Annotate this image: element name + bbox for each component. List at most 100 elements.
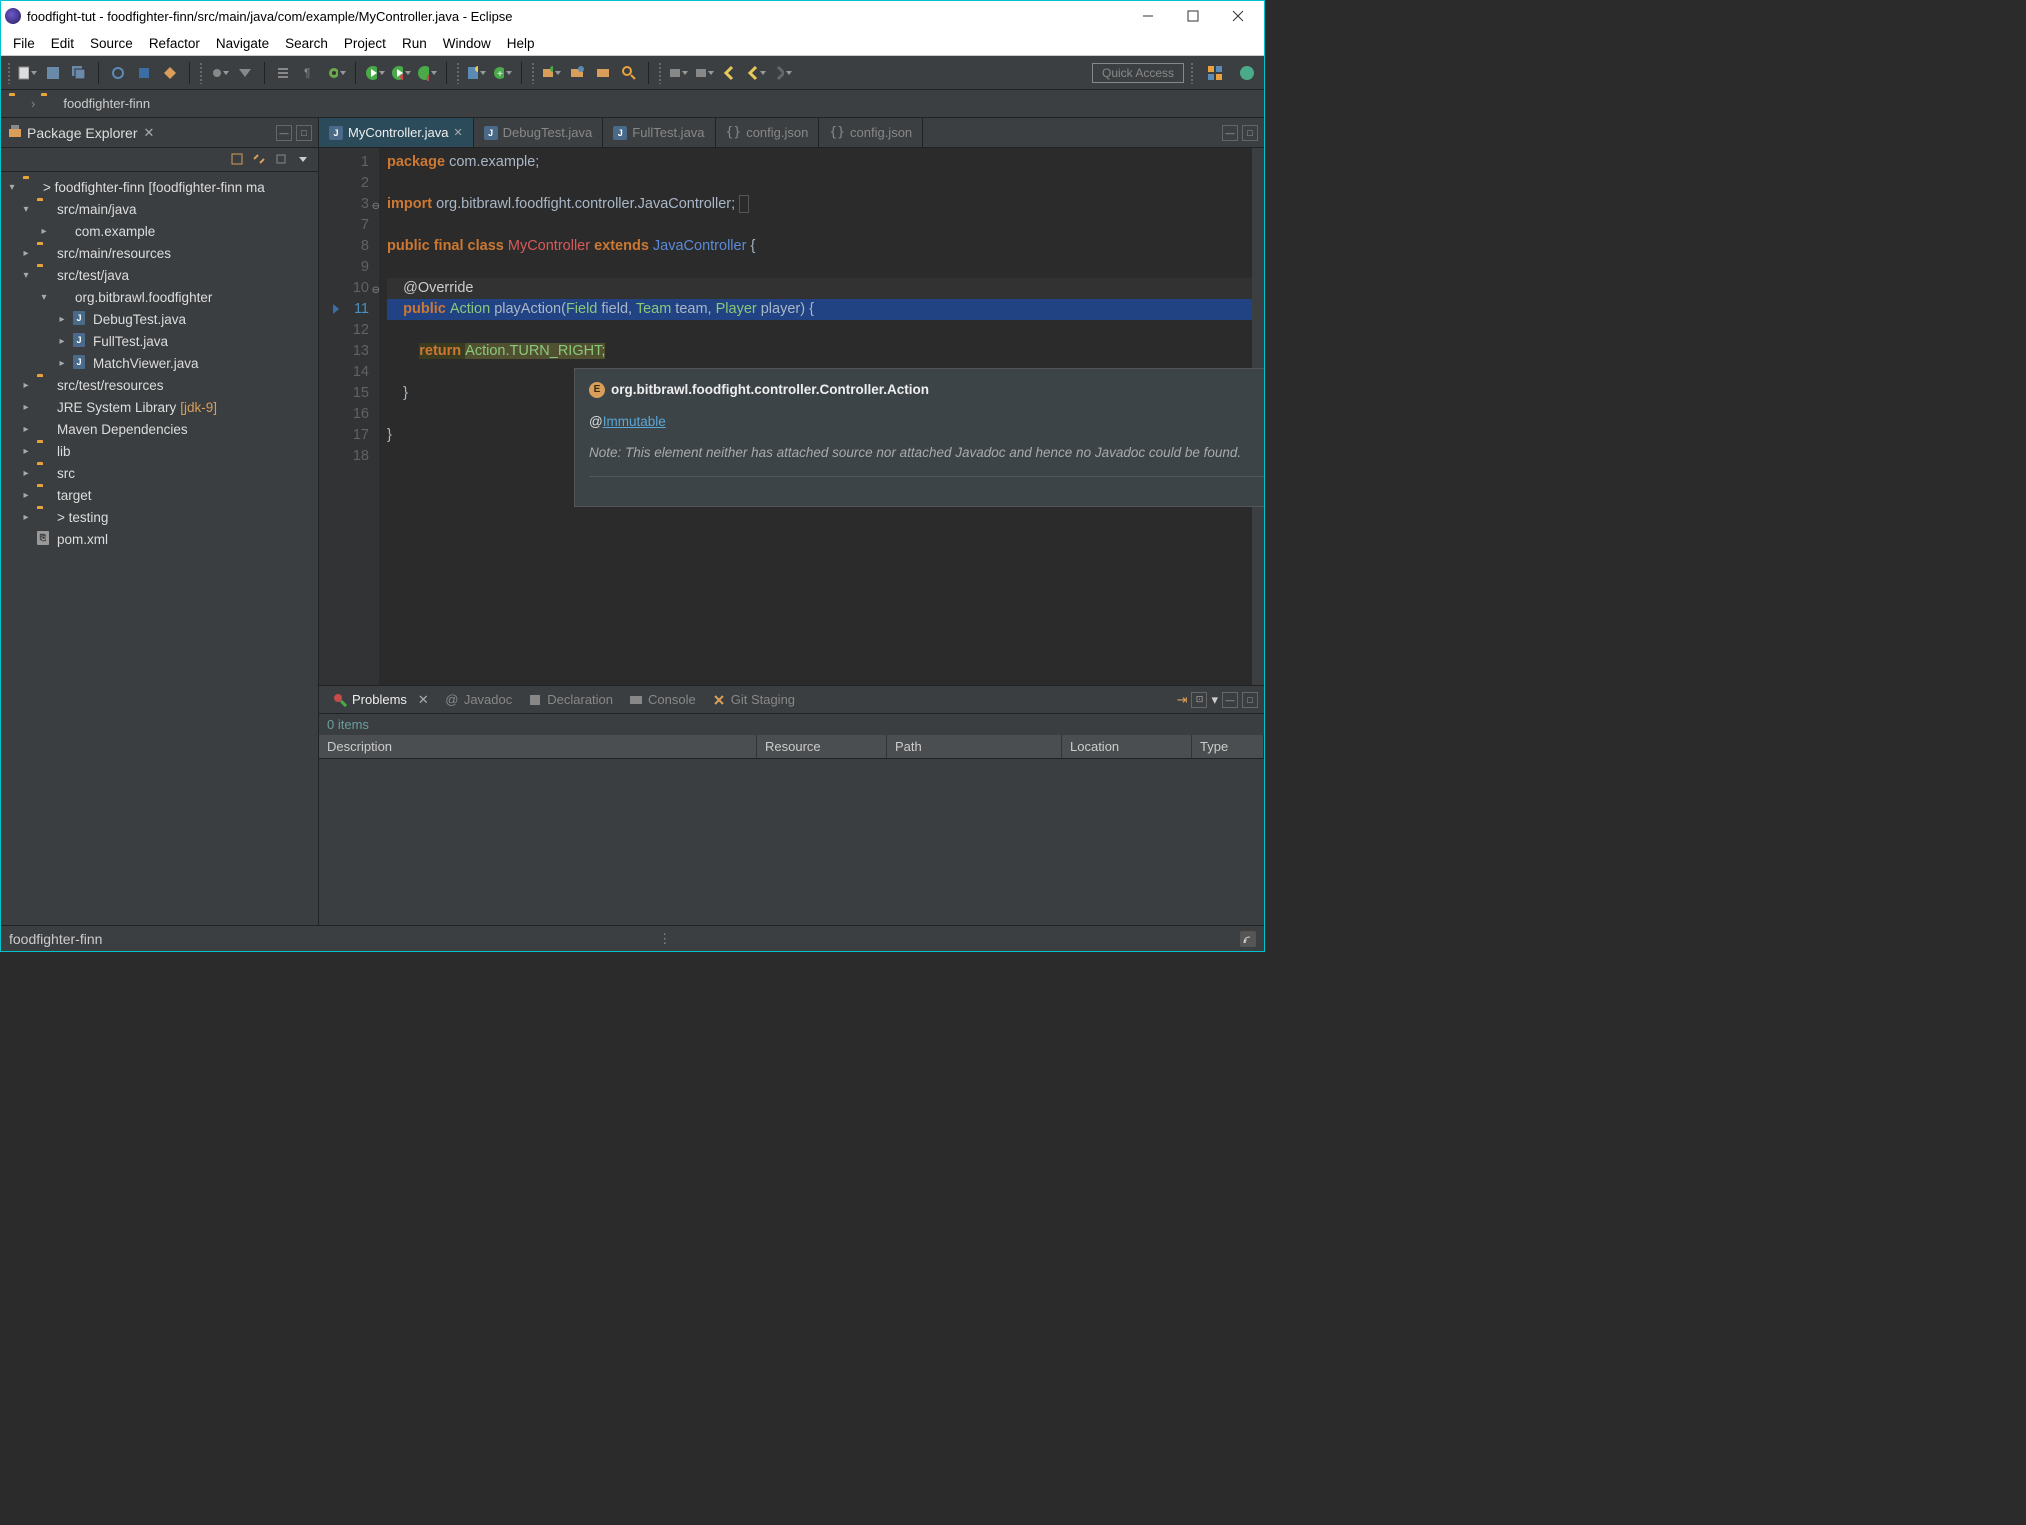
tab-javadoc[interactable]: @Javadoc <box>437 686 520 713</box>
back-button[interactable] <box>720 63 740 83</box>
new-java-button[interactable] <box>466 63 486 83</box>
menu-edit[interactable]: Edit <box>43 33 82 54</box>
maximize-view-button[interactable]: □ <box>1242 692 1258 708</box>
code-content[interactable]: package com.example; import org.bitbrawl… <box>379 148 1252 685</box>
run-button[interactable] <box>365 63 385 83</box>
toolbar-icon-4[interactable] <box>209 63 229 83</box>
tree-lib[interactable]: ▸lib <box>1 440 318 462</box>
external-tools-button[interactable] <box>417 63 437 83</box>
new-button[interactable] <box>17 63 37 83</box>
rss-icon[interactable] <box>1240 931 1256 947</box>
home-icon[interactable] <box>9 96 25 112</box>
filter-icon[interactable]: ⇥ <box>1177 692 1188 708</box>
minimize-editor-button[interactable]: — <box>1222 125 1238 141</box>
close-view-icon[interactable]: ✕ <box>144 125 155 141</box>
tree-debugtest[interactable]: ▸DebugTest.java <box>1 308 318 330</box>
tree-target[interactable]: ▸target <box>1 484 318 506</box>
java-perspective-button[interactable] <box>1204 62 1226 84</box>
maximize-editor-button[interactable]: □ <box>1242 125 1258 141</box>
focus-icon[interactable] <box>274 152 290 168</box>
search-button[interactable] <box>619 63 639 83</box>
tree-maven[interactable]: ▸Maven Dependencies <box>1 418 318 440</box>
toolbar-icon-1[interactable] <box>108 63 128 83</box>
tab-config-1[interactable]: {}config.json <box>716 118 820 147</box>
minimize-view-button[interactable]: — <box>1222 692 1238 708</box>
toolbar-annotation-nav-2[interactable] <box>694 63 714 83</box>
close-button[interactable] <box>1215 1 1260 31</box>
menu-file[interactable]: File <box>5 33 43 54</box>
tab-fulltest[interactable]: JFullTest.java <box>603 118 715 147</box>
tree-matchviewer[interactable]: ▸MatchViewer.java <box>1 352 318 374</box>
tree-com-example[interactable]: ▸com.example <box>1 220 318 242</box>
focus-view-button[interactable]: ⊡ <box>1191 692 1207 708</box>
tree-src-test-java[interactable]: ▾src/test/java <box>1 264 318 286</box>
maximize-view-button[interactable]: □ <box>296 125 312 141</box>
tree-src-test-resources[interactable]: ▸src/test/resources <box>1 374 318 396</box>
save-button[interactable] <box>43 63 63 83</box>
view-menu-icon[interactable] <box>296 152 312 168</box>
collapse-all-icon[interactable] <box>230 152 246 168</box>
tab-console[interactable]: Console <box>621 686 704 713</box>
maximize-button[interactable] <box>1170 1 1215 31</box>
col-location[interactable]: Location <box>1062 735 1192 758</box>
link-editor-icon[interactable] <box>252 152 268 168</box>
tab-mycontroller[interactable]: JMyController.java✕ <box>319 118 474 147</box>
close-tab-icon[interactable]: ✕ <box>453 126 462 139</box>
tab-debugtest[interactable]: JDebugTest.java <box>474 118 604 147</box>
tab-declaration[interactable]: Declaration <box>520 686 621 713</box>
menu-help[interactable]: Help <box>499 33 543 54</box>
minimize-view-button[interactable]: — <box>276 125 292 141</box>
toolbar-grip[interactable] <box>199 62 203 84</box>
menu-run[interactable]: Run <box>394 33 435 54</box>
breadcrumb-project[interactable]: foodfighter-finn <box>63 96 150 111</box>
toolbar-grip[interactable] <box>531 62 535 84</box>
tree-project-root[interactable]: ▾> foodfighter-finn [foodfighter-finn ma <box>1 176 318 198</box>
toolbar-folder-icon[interactable] <box>593 63 613 83</box>
coverage-button[interactable] <box>391 63 411 83</box>
col-description[interactable]: Description <box>319 735 757 758</box>
quick-access-input[interactable]: Quick Access <box>1092 63 1184 83</box>
tree-org-bitbrawl[interactable]: ▾org.bitbrawl.foodfighter <box>1 286 318 308</box>
tree-jre[interactable]: ▸JRE System Library[jdk-9] <box>1 396 318 418</box>
menu-refactor[interactable]: Refactor <box>141 33 208 54</box>
tab-git-staging[interactable]: Git Staging <box>704 686 803 713</box>
package-tree[interactable]: ▾> foodfighter-finn [foodfighter-finn ma… <box>1 172 318 925</box>
menu-navigate[interactable]: Navigate <box>208 33 277 54</box>
toolbar-grip[interactable] <box>7 62 11 84</box>
debug-perspective-button[interactable] <box>1236 62 1258 84</box>
open-task-button[interactable] <box>567 63 587 83</box>
tree-src-main-resources[interactable]: ▸src/main/resources <box>1 242 318 264</box>
tab-problems[interactable]: Problems✕ <box>325 686 437 713</box>
col-path[interactable]: Path <box>887 735 1062 758</box>
line-number-gutter[interactable]: 123789101112131415161718 <box>331 148 379 685</box>
col-resource[interactable]: Resource <box>757 735 887 758</box>
toolbar-paragraph-icon[interactable]: ¶ <box>300 63 320 83</box>
col-type[interactable]: Type <box>1192 735 1264 758</box>
immutable-link[interactable]: Immutable <box>603 414 666 429</box>
view-menu-icon[interactable]: ▾ <box>1211 692 1218 708</box>
toolbar-icon-3[interactable] <box>160 63 180 83</box>
menu-project[interactable]: Project <box>336 33 394 54</box>
toolbar-icon-5[interactable] <box>235 63 255 83</box>
menu-source[interactable]: Source <box>82 33 141 54</box>
tree-fulltest[interactable]: ▸FullTest.java <box>1 330 318 352</box>
toolbar-grip[interactable] <box>1190 62 1194 84</box>
open-type-button[interactable] <box>541 63 561 83</box>
minimize-button[interactable] <box>1125 1 1170 31</box>
debug-button[interactable] <box>326 63 346 83</box>
new-class-button[interactable]: + <box>492 63 512 83</box>
annotation-strip[interactable] <box>319 148 331 685</box>
menu-window[interactable]: Window <box>435 33 499 54</box>
back-history-button[interactable] <box>746 63 766 83</box>
close-tab-icon[interactable]: ✕ <box>418 692 429 708</box>
forward-button[interactable] <box>772 63 792 83</box>
toolbar-icon-2[interactable] <box>134 63 154 83</box>
toolbar-grip[interactable] <box>658 62 662 84</box>
code-editor[interactable]: 123789101112131415161718 package com.exa… <box>319 148 1264 685</box>
tree-src[interactable]: ▸src <box>1 462 318 484</box>
tab-config-2[interactable]: {}config.json <box>819 118 923 147</box>
menu-search[interactable]: Search <box>277 33 336 54</box>
tree-src-main-java[interactable]: ▾src/main/java <box>1 198 318 220</box>
toolbar-icon-6[interactable] <box>274 63 294 83</box>
status-menu-icon[interactable]: ⋮ <box>658 931 672 947</box>
